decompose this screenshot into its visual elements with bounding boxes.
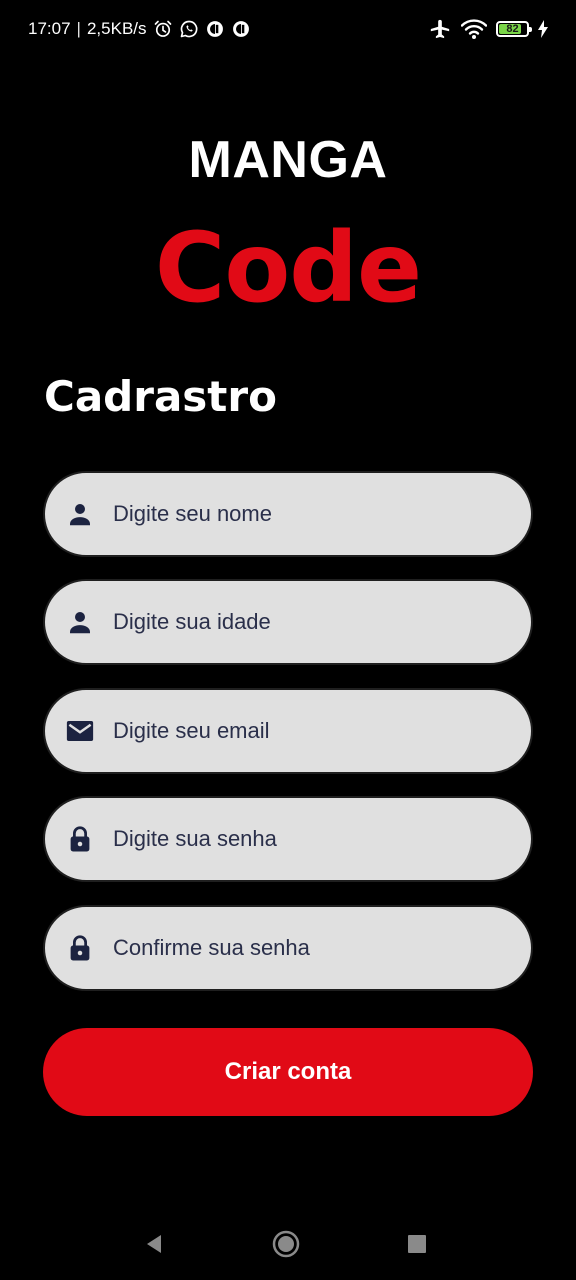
battery-level: 82 xyxy=(506,23,519,35)
age-field[interactable] xyxy=(43,579,533,665)
wifi-icon xyxy=(461,19,487,39)
notification-app-icon xyxy=(206,21,223,37)
lock-icon xyxy=(70,826,90,852)
lock-icon xyxy=(70,935,90,961)
email-input[interactable] xyxy=(113,690,507,772)
age-input[interactable] xyxy=(113,581,507,663)
page-title: Cadrastro xyxy=(44,372,277,421)
recents-icon xyxy=(408,1235,426,1253)
name-input[interactable] xyxy=(113,473,507,555)
home-button[interactable] xyxy=(270,1228,302,1260)
whatsapp-icon xyxy=(180,20,197,38)
name-field[interactable] xyxy=(43,471,533,557)
brand-title-manga: MANGA xyxy=(188,131,388,189)
status-right: 82 xyxy=(428,18,548,40)
confirm-password-field[interactable] xyxy=(43,905,533,991)
create-account-button[interactable]: Criar conta xyxy=(43,1028,533,1116)
brand-title-code: Code xyxy=(154,212,422,324)
status-separator: | xyxy=(76,19,81,38)
battery-icon: 82 xyxy=(496,21,532,37)
mail-icon xyxy=(66,721,94,741)
alarm-icon xyxy=(154,20,171,37)
status-bar: 17:07 | 2,5KB/s 82 xyxy=(0,0,576,62)
charging-icon xyxy=(538,20,548,38)
status-time: 17:07 xyxy=(28,19,71,38)
password-input[interactable] xyxy=(113,798,507,880)
recents-button[interactable] xyxy=(401,1228,433,1260)
navigation-bar xyxy=(0,1212,576,1276)
status-left: 17:07 | 2,5KB/s xyxy=(28,19,251,39)
person-icon xyxy=(70,612,90,634)
airplane-mode-icon xyxy=(430,19,450,39)
network-speed: 2,5KB/s xyxy=(86,19,147,38)
confirm-password-input[interactable] xyxy=(113,907,507,989)
home-icon xyxy=(272,1230,300,1258)
back-button[interactable] xyxy=(138,1228,170,1260)
notification-app-icon xyxy=(232,21,249,37)
person-icon xyxy=(70,504,90,526)
back-icon xyxy=(147,1235,161,1253)
email-field[interactable] xyxy=(43,688,533,774)
password-field[interactable] xyxy=(43,796,533,882)
